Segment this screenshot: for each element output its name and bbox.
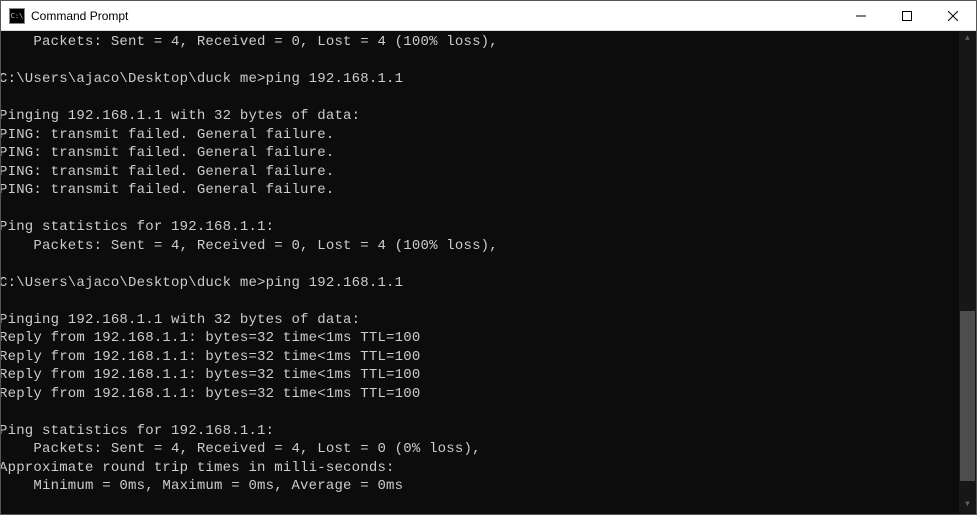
terminal-line: Pinging 192.168.1.1 with 32 bytes of dat…: [1, 311, 722, 330]
terminal-line: [1, 52, 722, 71]
terminal-line: Minimum = 0ms, Maximum = 0ms, Average = …: [1, 477, 722, 496]
scroll-down-arrow[interactable]: ▼: [959, 497, 976, 514]
window-controls: [838, 1, 976, 30]
terminal-line: [1, 89, 722, 108]
terminal-line: PING: transmit failed. General failure.: [1, 163, 722, 182]
terminal-line: Packets: Sent = 4, Received = 0, Lost = …: [1, 33, 722, 52]
terminal-line: PING: transmit failed. General failure.: [1, 144, 722, 163]
scrollbar-thumb[interactable]: [960, 311, 975, 481]
terminal-line: C:\Users\ajaco\Desktop\duck me>ping 192.…: [1, 274, 722, 293]
vertical-scrollbar[interactable]: ▲ ▼: [959, 31, 976, 514]
terminal-line: Reply from 192.168.1.1: bytes=32 time<1m…: [1, 329, 722, 348]
terminal-line: Packets: Sent = 4, Received = 0, Lost = …: [1, 237, 722, 256]
terminal-line: [1, 403, 722, 422]
terminal-line: Reply from 192.168.1.1: bytes=32 time<1m…: [1, 348, 722, 367]
terminal-line: Packets: Sent = 4, Received = 4, Lost = …: [1, 440, 722, 459]
scroll-up-arrow[interactable]: ▲: [959, 31, 976, 48]
terminal-line: [1, 496, 722, 515]
terminal-line: Pinging 192.168.1.1 with 32 bytes of dat…: [1, 107, 722, 126]
titlebar[interactable]: C:\ Command Prompt: [1, 1, 976, 31]
terminal-line: Ping statistics for 192.168.1.1:: [1, 422, 722, 441]
minimize-button[interactable]: [838, 1, 884, 30]
close-button[interactable]: [930, 1, 976, 30]
terminal-line: Approximate round trip times in milli-se…: [1, 459, 722, 478]
terminal-line: [1, 200, 722, 219]
cmd-icon: C:\: [9, 8, 25, 24]
terminal-output: Packets: Sent = 4, Received = 0, Lost = …: [1, 33, 722, 514]
terminal-line: Ping statistics for 192.168.1.1:: [1, 218, 722, 237]
terminal-line: C:\Users\ajaco\Desktop\duck me>ping 192.…: [1, 70, 722, 89]
terminal-line: PING: transmit failed. General failure.: [1, 126, 722, 145]
maximize-button[interactable]: [884, 1, 930, 30]
terminal-line: [1, 255, 722, 274]
terminal-line: PING: transmit failed. General failure.: [1, 181, 722, 200]
terminal-line: [1, 292, 722, 311]
window-title: Command Prompt: [31, 9, 838, 23]
terminal-line: Reply from 192.168.1.1: bytes=32 time<1m…: [1, 385, 722, 404]
terminal-area[interactable]: Packets: Sent = 4, Received = 0, Lost = …: [1, 31, 976, 514]
terminal-line: Reply from 192.168.1.1: bytes=32 time<1m…: [1, 366, 722, 385]
command-prompt-window: C:\ Command Prompt Packets: Sent = 4, Re…: [0, 0, 977, 515]
